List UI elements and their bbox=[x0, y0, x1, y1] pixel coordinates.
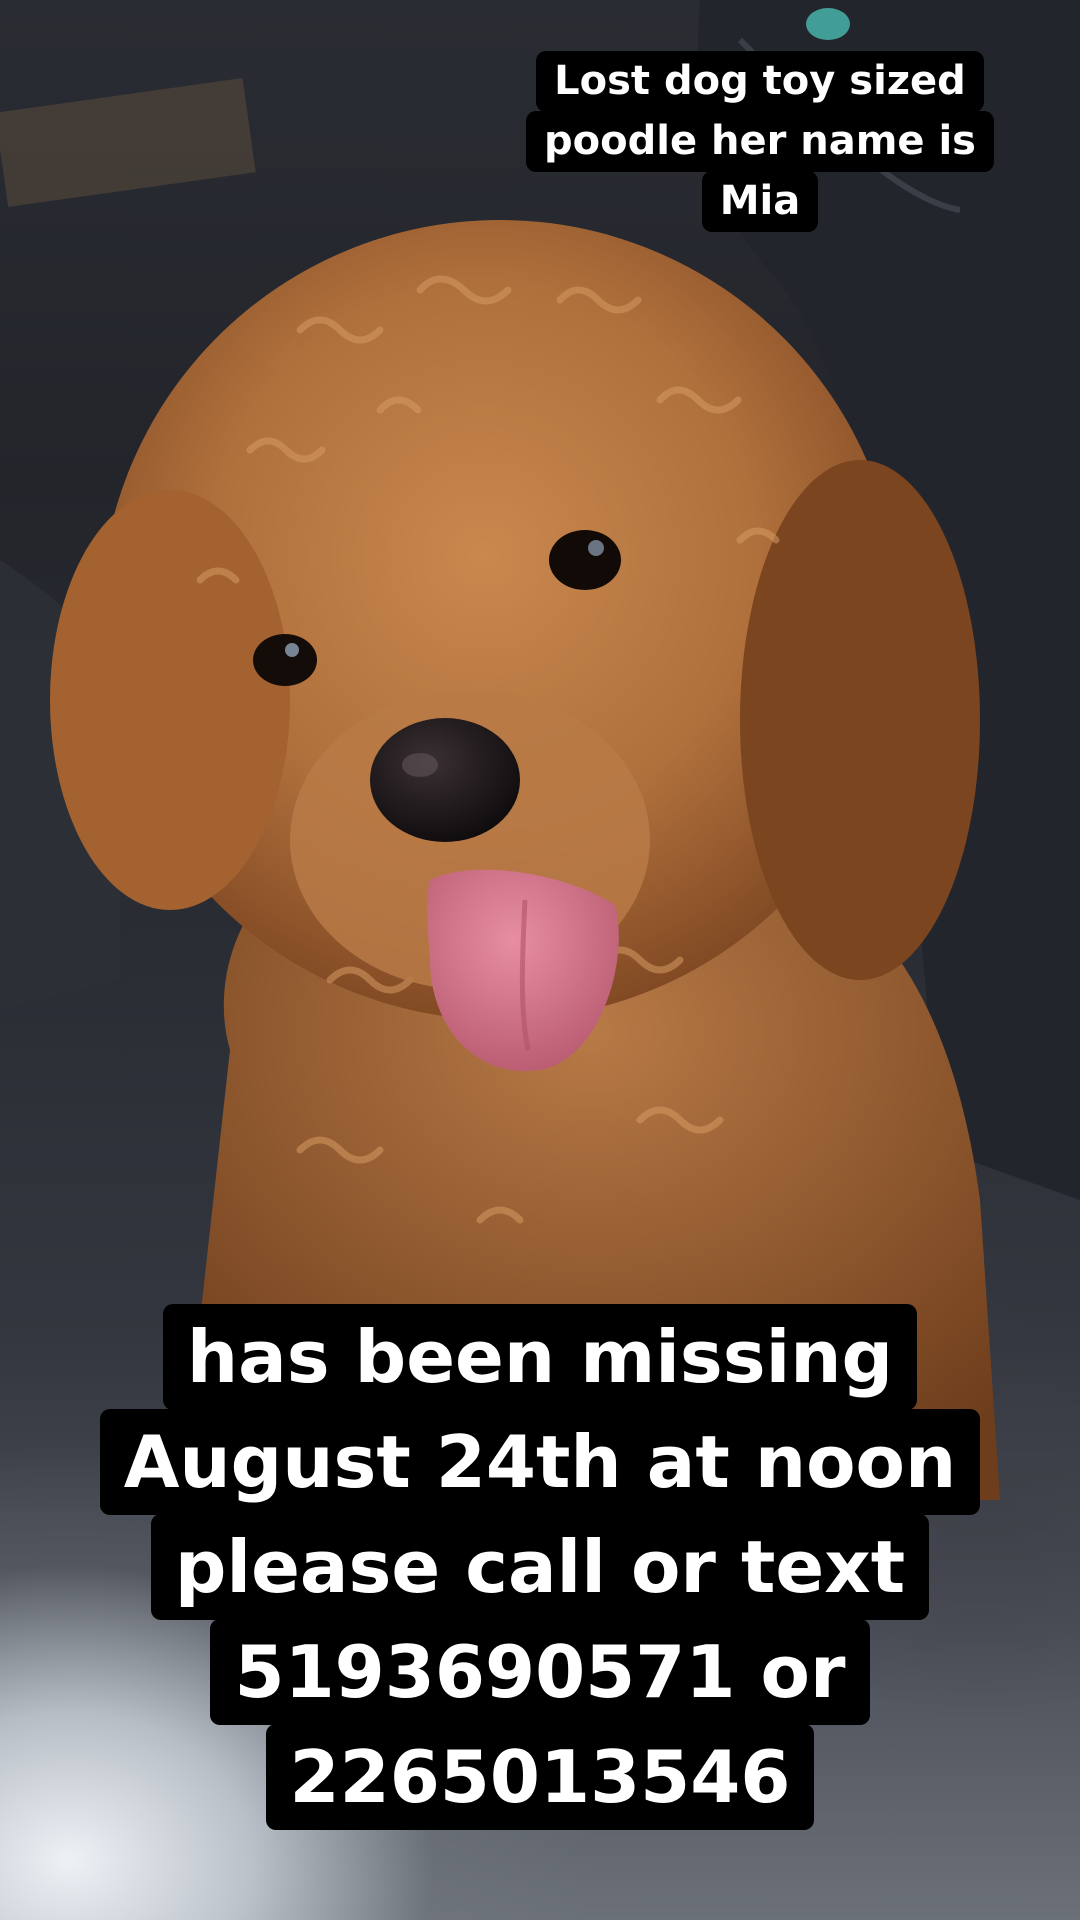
left-ear bbox=[50, 490, 290, 910]
bottom-caption-line: 2265013546 bbox=[265, 1724, 815, 1830]
story-frame: Lost dog toy sized poodle her name is Mi… bbox=[0, 0, 1080, 1920]
bottom-caption-line: has been missing bbox=[162, 1304, 918, 1410]
bottom-caption: has been missing August 24th at noon ple… bbox=[0, 1304, 1080, 1830]
right-eye bbox=[549, 530, 621, 590]
nose bbox=[370, 718, 520, 842]
window-frame bbox=[0, 78, 256, 207]
top-caption-line: Lost dog toy sized bbox=[536, 51, 984, 112]
left-eye bbox=[253, 634, 317, 686]
top-caption-line: Mia bbox=[701, 171, 819, 232]
bottom-caption-line: August 24th at noon bbox=[99, 1409, 981, 1515]
bottom-caption-line: please call or text bbox=[150, 1514, 930, 1620]
top-caption: Lost dog toy sized poodle her name is Mi… bbox=[500, 51, 1020, 232]
indicator-light bbox=[806, 8, 850, 40]
bottom-caption-line: 5193690571 or bbox=[210, 1619, 870, 1725]
top-caption-line: poodle her name is bbox=[526, 111, 994, 172]
